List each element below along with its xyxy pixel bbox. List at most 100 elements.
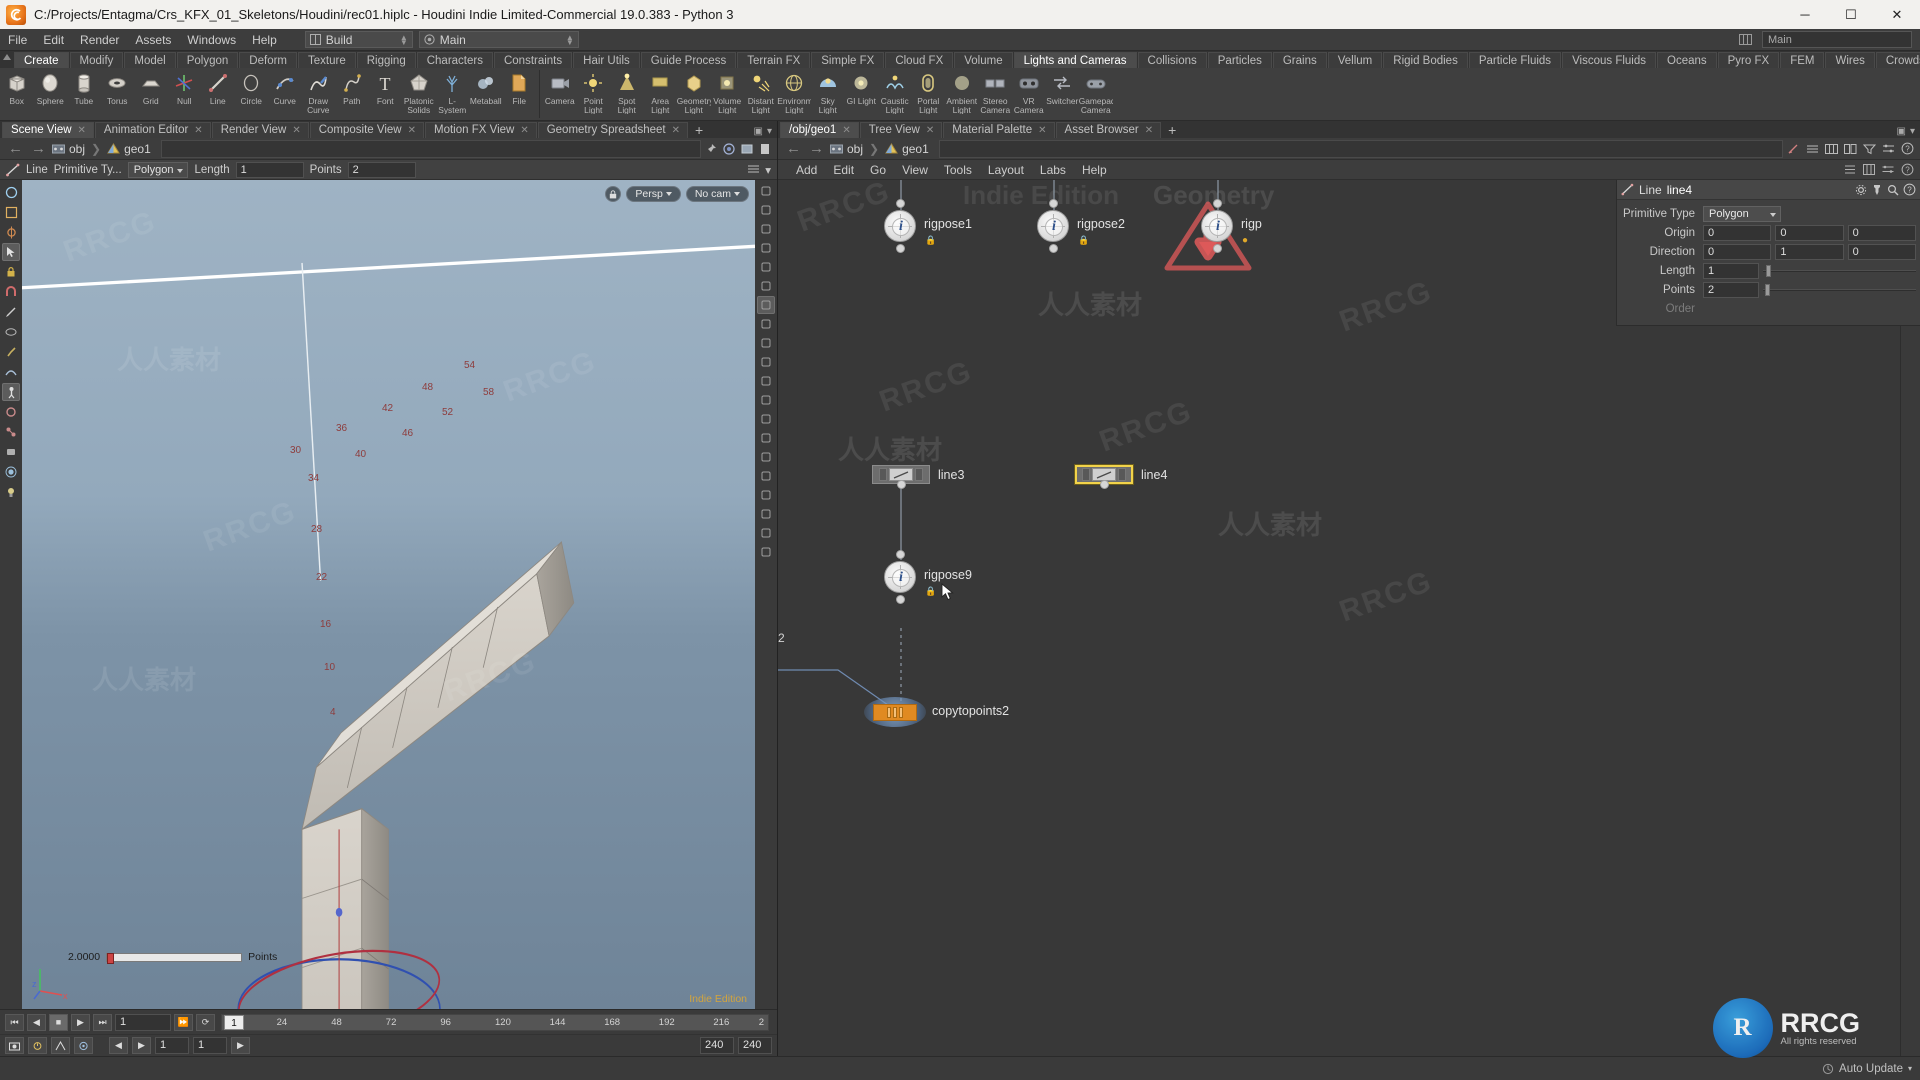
scope-button[interactable] <box>74 1037 93 1054</box>
shelf-tab-guide-process[interactable]: Guide Process <box>640 52 737 68</box>
menu-windows[interactable]: Windows <box>179 29 244 51</box>
shelf-tab-pyro-fx[interactable]: Pyro FX <box>1717 52 1780 68</box>
op-list-icon[interactable] <box>747 163 760 177</box>
close-icon[interactable]: ✕ <box>926 123 934 138</box>
current-frame-field[interactable]: 1 <box>115 1013 171 1031</box>
shelf-tab-volume[interactable]: Volume <box>954 52 1013 68</box>
shelf-gi-light-tool[interactable]: GI Light <box>845 70 879 106</box>
close-icon[interactable]: ✕ <box>292 123 300 138</box>
node-output-port[interactable] <box>1048 244 1058 253</box>
net-menu-help[interactable]: Help <box>1074 160 1115 180</box>
search-icon[interactable] <box>1887 184 1899 196</box>
shelf-stereo-camera-tool[interactable]: Stereo Camera <box>979 70 1013 114</box>
tab-composite-view[interactable]: Composite View ✕ <box>309 122 424 138</box>
rigpose-node-icon[interactable]: i <box>884 199 916 253</box>
magnet-tool-icon[interactable] <box>2 283 20 301</box>
light-tool-icon[interactable] <box>2 483 20 501</box>
node-display-flag[interactable] <box>915 468 923 481</box>
pose-tool-icon[interactable] <box>2 383 20 401</box>
net-toggle-list-icon[interactable] <box>1844 164 1856 175</box>
close-icon[interactable]: ✕ <box>842 123 850 138</box>
shelf-box-tool[interactable]: Box <box>0 70 34 106</box>
shelf-area-light-tool[interactable]: Area Light <box>644 70 678 114</box>
measure-icon[interactable] <box>757 448 775 466</box>
guides-icon[interactable] <box>757 372 775 390</box>
net-breadcrumb-geo1[interactable]: geo1 <box>902 142 929 156</box>
auto-update-control[interactable]: Auto Update ▾ <box>1822 1063 1912 1075</box>
shelf-tab-oceans[interactable]: Oceans <box>1657 52 1717 68</box>
rigpose-node-icon[interactable]: i <box>1201 199 1233 253</box>
tab--obj-geo1[interactable]: /obj/geo1 ✕ <box>780 122 859 138</box>
brush-tool-icon[interactable] <box>2 343 20 361</box>
material-icon[interactable] <box>757 277 775 295</box>
shelf-environment-light-tool[interactable]: Environment Light <box>777 70 811 114</box>
shelf-tab-fem[interactable]: FEM <box>1780 52 1825 68</box>
render-preview-icon[interactable] <box>757 486 775 504</box>
net-menu-add[interactable]: Add <box>788 160 825 180</box>
node-output-port[interactable] <box>895 595 905 604</box>
minimize-button[interactable]: ─ <box>1782 0 1828 29</box>
shelf-draw-curve-tool[interactable]: Draw Curve <box>302 70 336 114</box>
tab-material-palette[interactable]: Material Palette ✕ <box>943 122 1055 138</box>
uv-icon[interactable] <box>757 467 775 485</box>
tab-motion-fx-view[interactable]: Motion FX View ✕ <box>425 122 537 138</box>
shelf-camera-tool[interactable]: Camera <box>543 70 577 106</box>
node-input-port[interactable] <box>1048 199 1058 208</box>
line4-output-port[interactable] <box>1100 480 1109 489</box>
shelf-tab-model[interactable]: Model <box>124 52 176 68</box>
close-icon[interactable]: ✕ <box>1145 123 1153 138</box>
deform-tool-icon[interactable] <box>2 363 20 381</box>
slider-knob[interactable] <box>1766 264 1772 277</box>
viewport-persp-button[interactable]: Persp <box>626 186 681 202</box>
path-input[interactable] <box>160 139 701 158</box>
close-icon[interactable]: ✕ <box>194 123 202 138</box>
globe-icon[interactable] <box>757 543 775 561</box>
net-back-icon[interactable]: ← <box>784 140 803 157</box>
param-length-field[interactable]: 1 <box>1703 262 1759 279</box>
op-menu-icon[interactable]: ▾ <box>765 163 771 177</box>
line3-output-port[interactable] <box>897 480 906 489</box>
op-points-field[interactable]: 2 <box>347 161 416 178</box>
handle-tool-icon[interactable] <box>2 223 20 241</box>
node-rigp[interactable]: i rigp ● <box>1201 199 1262 253</box>
close-icon[interactable]: ✕ <box>672 123 680 138</box>
timeline-track[interactable]: 1 24 48 72 96 120 144 168 192 216 2 <box>221 1013 769 1031</box>
net-help-icon[interactable]: ? <box>1901 142 1914 155</box>
handles-icon[interactable] <box>757 353 775 371</box>
node-display-flag[interactable] <box>1118 468 1126 481</box>
param-direction-x[interactable]: 0 <box>1703 243 1772 260</box>
shelf-grid-tool[interactable]: Grid <box>134 70 168 106</box>
shelf-tube-tool[interactable]: Tube <box>67 70 101 106</box>
tab-add-tab-button[interactable]: + <box>1162 122 1182 138</box>
tab-add-tab-button[interactable]: + <box>689 122 709 138</box>
shelf-tab-modify[interactable]: Modify <box>69 52 124 68</box>
timeline-playhead[interactable]: 1 <box>224 1014 244 1030</box>
auto-update-caret-icon[interactable]: ▾ <box>1908 1064 1912 1073</box>
shelf-tab-rigid-bodies[interactable]: Rigid Bodies <box>1383 52 1468 68</box>
shelf-gamepad-camera-tool[interactable]: Gamepad Camera <box>1079 70 1113 114</box>
tab-render-view[interactable]: Render View ✕ <box>211 122 309 138</box>
build-selector[interactable]: Build ▲ ▼ <box>304 31 413 48</box>
shelf-tab-lights-and-cameras[interactable]: Lights and Cameras <box>1013 52 1137 68</box>
shelf-tab-characters[interactable]: Characters <box>416 52 493 68</box>
shelf-tab-crowds[interactable]: Crowds <box>1875 52 1920 68</box>
shelf-tab-deform[interactable]: Deform <box>239 52 297 68</box>
close-icon[interactable]: ✕ <box>408 123 416 138</box>
shelf-spot-light-tool[interactable]: Spot Light <box>610 70 644 114</box>
build-spinner-icon[interactable]: ▲ ▼ <box>400 33 408 46</box>
menu-edit[interactable]: Edit <box>35 29 72 51</box>
menu-assets[interactable]: Assets <box>127 29 179 51</box>
shelf-point-light-tool[interactable]: Point Light <box>577 70 611 114</box>
xray-icon[interactable] <box>757 258 775 276</box>
net-menu-view[interactable]: View <box>894 160 936 180</box>
param-origin-x[interactable]: 0 <box>1703 224 1772 241</box>
pane-menu-icon[interactable]: ▾ <box>767 126 772 137</box>
desktop-selector[interactable]: Main ▲ ▼ <box>418 31 579 48</box>
node-output-port[interactable] <box>1212 244 1222 253</box>
param-origin-y[interactable]: 0 <box>1775 224 1844 241</box>
desktop-name-field[interactable]: Main <box>1762 31 1912 48</box>
close-icon[interactable]: ✕ <box>1038 123 1046 138</box>
back-icon[interactable]: ← <box>6 140 25 157</box>
net-breadcrumb-obj[interactable]: obj <box>847 142 863 156</box>
loop-button[interactable]: ⟳ <box>196 1013 215 1031</box>
